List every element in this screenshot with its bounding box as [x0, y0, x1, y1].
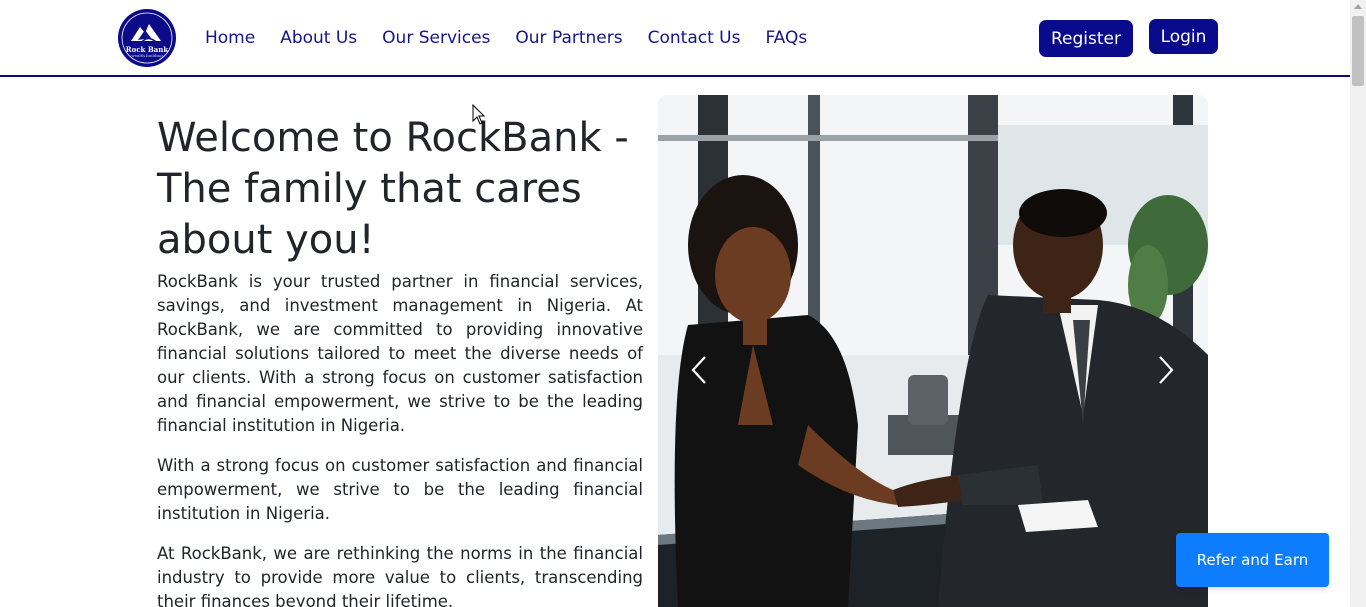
nav-our-partners[interactable]: Our Partners — [515, 28, 622, 48]
hero-title: Welcome to RockBank - The family that ca… — [157, 115, 629, 263]
top-navbar: Rock Bank wealth building Home About Us … — [0, 0, 1350, 77]
register-button[interactable]: Register — [1039, 20, 1133, 57]
refer-and-earn-button[interactable]: Refer and Earn — [1176, 533, 1329, 587]
carousel-slide-image — [658, 95, 1208, 607]
page-scrollbar[interactable] — [1350, 0, 1366, 607]
main-nav: Home About Us Our Services Our Partners … — [205, 28, 832, 48]
logo-mark-icon — [119, 10, 175, 66]
nav-about-us[interactable]: About Us — [280, 28, 357, 48]
hero-paragraph-1: RockBank is your trusted partner in fina… — [157, 272, 643, 435]
nav-our-services[interactable]: Our Services — [382, 28, 490, 48]
mouse-cursor-icon — [472, 104, 486, 125]
scroll-thumb[interactable] — [1352, 16, 1364, 86]
nav-contact-us[interactable]: Contact Us — [648, 28, 741, 48]
logo-subtext: wealth building — [131, 53, 163, 58]
hero-paragraph-2: With a strong focus on customer satisfac… — [157, 456, 643, 523]
scroll-up-icon[interactable] — [1354, 4, 1362, 9]
nav-faqs[interactable]: FAQs — [765, 28, 807, 48]
hero-carousel[interactable] — [658, 95, 1208, 607]
chevron-right-icon[interactable] — [1154, 353, 1178, 387]
rockbank-logo[interactable]: Rock Bank wealth building — [118, 9, 176, 67]
chevron-left-icon[interactable] — [687, 353, 711, 387]
nav-home[interactable]: Home — [205, 28, 255, 48]
hero-paragraph-3: At RockBank, we are rethinking the norms… — [157, 544, 643, 607]
login-button[interactable]: Login — [1149, 19, 1218, 54]
